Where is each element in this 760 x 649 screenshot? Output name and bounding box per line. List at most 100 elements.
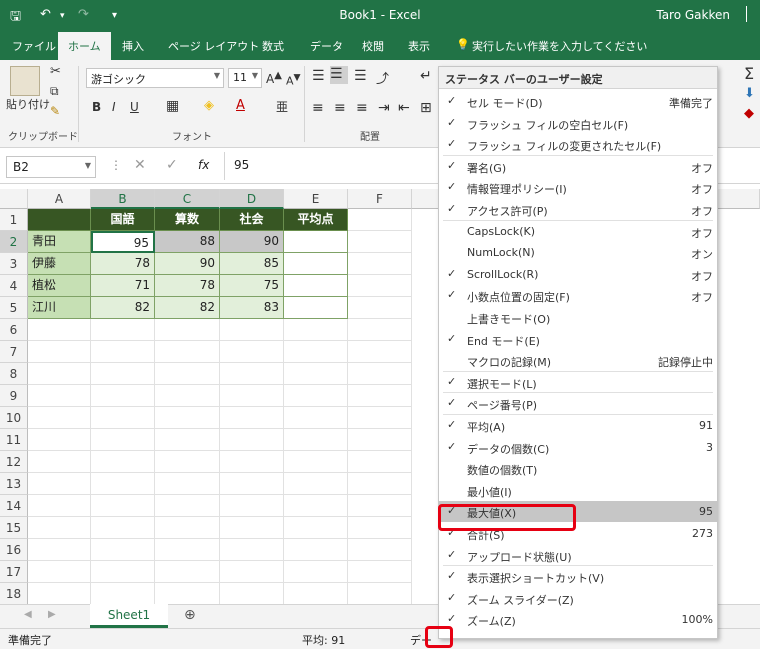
empty-cell[interactable] xyxy=(348,517,412,539)
empty-cell[interactable] xyxy=(91,319,155,341)
empty-cell[interactable] xyxy=(348,583,412,604)
name-box[interactable]: B2 ▼ xyxy=(6,156,96,178)
empty-cell[interactable] xyxy=(28,495,91,517)
score-cell[interactable]: 71 xyxy=(91,275,155,297)
empty-cell[interactable] xyxy=(91,341,155,363)
increase-font-icon[interactable]: A▲ xyxy=(266,70,282,86)
empty-cell[interactable] xyxy=(220,517,284,539)
empty-cell[interactable] xyxy=(348,385,412,407)
empty-cell[interactable] xyxy=(348,363,412,385)
phonetic-icon[interactable]: 亜 xyxy=(276,98,288,115)
indent-icon[interactable]: ⇥ xyxy=(378,100,390,116)
empty-cell[interactable] xyxy=(91,473,155,495)
empty-cell[interactable] xyxy=(220,561,284,583)
menu-item[interactable]: ✓ 署名(G) オフ xyxy=(439,156,717,177)
status-bar-customize-menu[interactable]: ステータス バーのユーザー設定 ✓ セル モード(D) 準備完了 ✓ フラッシュ フィル… xyxy=(438,66,718,639)
align-bottom-icon[interactable]: ☰ xyxy=(354,68,367,84)
score-cell[interactable]: 75 xyxy=(220,275,284,297)
empty-cell[interactable] xyxy=(28,407,91,429)
italic-button[interactable]: I xyxy=(112,100,116,114)
menu-item[interactable]: ✓ 選択モード(L) xyxy=(439,372,717,393)
align-middle-icon[interactable]: ☰ xyxy=(330,66,348,84)
underline-button[interactable]: U xyxy=(130,100,139,114)
score-cell[interactable]: 90 xyxy=(155,253,220,275)
row-header[interactable]: 9 xyxy=(0,385,28,407)
fill-icon[interactable]: ⬇ xyxy=(744,86,755,101)
borders-icon[interactable]: ▦ xyxy=(166,98,179,114)
insert-function-icon[interactable]: fx xyxy=(198,158,209,172)
empty-cell[interactable] xyxy=(284,407,348,429)
table-header-cell[interactable]: 平均点 xyxy=(284,209,348,231)
row-header[interactable]: 3 xyxy=(0,253,28,275)
empty-cell[interactable] xyxy=(155,429,220,451)
cut-icon[interactable]: ✂ xyxy=(50,64,61,79)
menu-item[interactable]: NumLock(N) オン xyxy=(439,242,717,263)
empty-cell[interactable] xyxy=(220,341,284,363)
score-cell[interactable]: 83 xyxy=(220,297,284,319)
column-header-c[interactable]: C xyxy=(155,189,220,209)
row-header[interactable]: 7 xyxy=(0,341,28,363)
menu-item[interactable]: 最小値(I) xyxy=(439,480,717,501)
font-size-select[interactable]: 11 ▼ xyxy=(228,68,262,88)
empty-cell[interactable] xyxy=(348,297,412,319)
score-cell[interactable]: 82 xyxy=(155,297,220,319)
bold-button[interactable]: B xyxy=(92,100,101,114)
ribbon-display-options-icon[interactable] xyxy=(746,6,760,22)
empty-cell[interactable] xyxy=(155,341,220,363)
empty-cell[interactable] xyxy=(284,583,348,604)
score-cell[interactable]: 82 xyxy=(91,297,155,319)
empty-cell[interactable] xyxy=(284,517,348,539)
tab-formulas[interactable]: 数式 xyxy=(262,38,284,54)
column-header-d[interactable]: D xyxy=(220,189,284,209)
empty-cell[interactable] xyxy=(155,583,220,604)
row-header[interactable]: 11 xyxy=(0,429,28,451)
empty-cell[interactable] xyxy=(155,385,220,407)
empty-cell[interactable] xyxy=(348,231,412,253)
row-header[interactable]: 1 xyxy=(0,209,28,231)
row-header[interactable]: 15 xyxy=(0,517,28,539)
table-header-cell[interactable]: 国語 xyxy=(91,209,155,231)
empty-cell[interactable] xyxy=(220,429,284,451)
average-cell[interactable] xyxy=(284,297,348,319)
empty-cell[interactable] xyxy=(348,451,412,473)
menu-item[interactable]: 数値の個数(T) xyxy=(439,458,717,479)
menu-item[interactable]: ✓ ズーム スライダー(Z) xyxy=(439,588,717,609)
table-header-cell[interactable]: 社会 xyxy=(220,209,284,231)
name-cell[interactable]: 植松 xyxy=(28,275,91,297)
select-all-corner[interactable] xyxy=(0,189,28,209)
row-header[interactable]: 14 xyxy=(0,495,28,517)
empty-cell[interactable] xyxy=(220,539,284,561)
table-header-cell[interactable]: 算数 xyxy=(155,209,220,231)
empty-cell[interactable] xyxy=(284,429,348,451)
menu-item[interactable]: ✓ ScrollLock(R) オフ xyxy=(439,264,717,285)
empty-cell[interactable] xyxy=(348,209,412,231)
menu-item[interactable]: ✓ 情報管理ポリシー(I) オフ xyxy=(439,177,717,198)
format-painter-icon[interactable]: ✎ xyxy=(50,104,60,118)
empty-cell[interactable] xyxy=(28,583,91,604)
empty-cell[interactable] xyxy=(348,561,412,583)
empty-cell[interactable] xyxy=(91,517,155,539)
empty-cell[interactable] xyxy=(91,539,155,561)
empty-cell[interactable] xyxy=(284,385,348,407)
enter-icon[interactable]: ✓ xyxy=(166,157,178,173)
name-cell[interactable]: 江川 xyxy=(28,297,91,319)
tab-file[interactable]: ファイル xyxy=(12,38,56,54)
menu-item[interactable]: ✓ 小数点位置の固定(F) オフ xyxy=(439,285,717,306)
menu-item[interactable]: ✓ ズーム(Z) 100% xyxy=(439,609,717,630)
empty-cell[interactable] xyxy=(348,407,412,429)
score-cell[interactable]: 90 xyxy=(220,231,284,253)
empty-cell[interactable] xyxy=(348,319,412,341)
empty-cell[interactable] xyxy=(284,539,348,561)
tab-data[interactable]: データ xyxy=(310,38,343,54)
average-cell[interactable] xyxy=(284,275,348,297)
empty-cell[interactable] xyxy=(28,473,91,495)
empty-cell[interactable] xyxy=(91,429,155,451)
user-name[interactable]: Taro Gakken xyxy=(656,8,730,22)
empty-cell[interactable] xyxy=(155,407,220,429)
average-cell[interactable] xyxy=(284,253,348,275)
tab-view[interactable]: 表示 xyxy=(408,38,430,54)
row-header[interactable]: 12 xyxy=(0,451,28,473)
align-top-icon[interactable]: ☰ xyxy=(312,68,325,84)
menu-item[interactable]: ✓ ページ番号(P) xyxy=(439,393,717,414)
row-header[interactable]: 6 xyxy=(0,319,28,341)
